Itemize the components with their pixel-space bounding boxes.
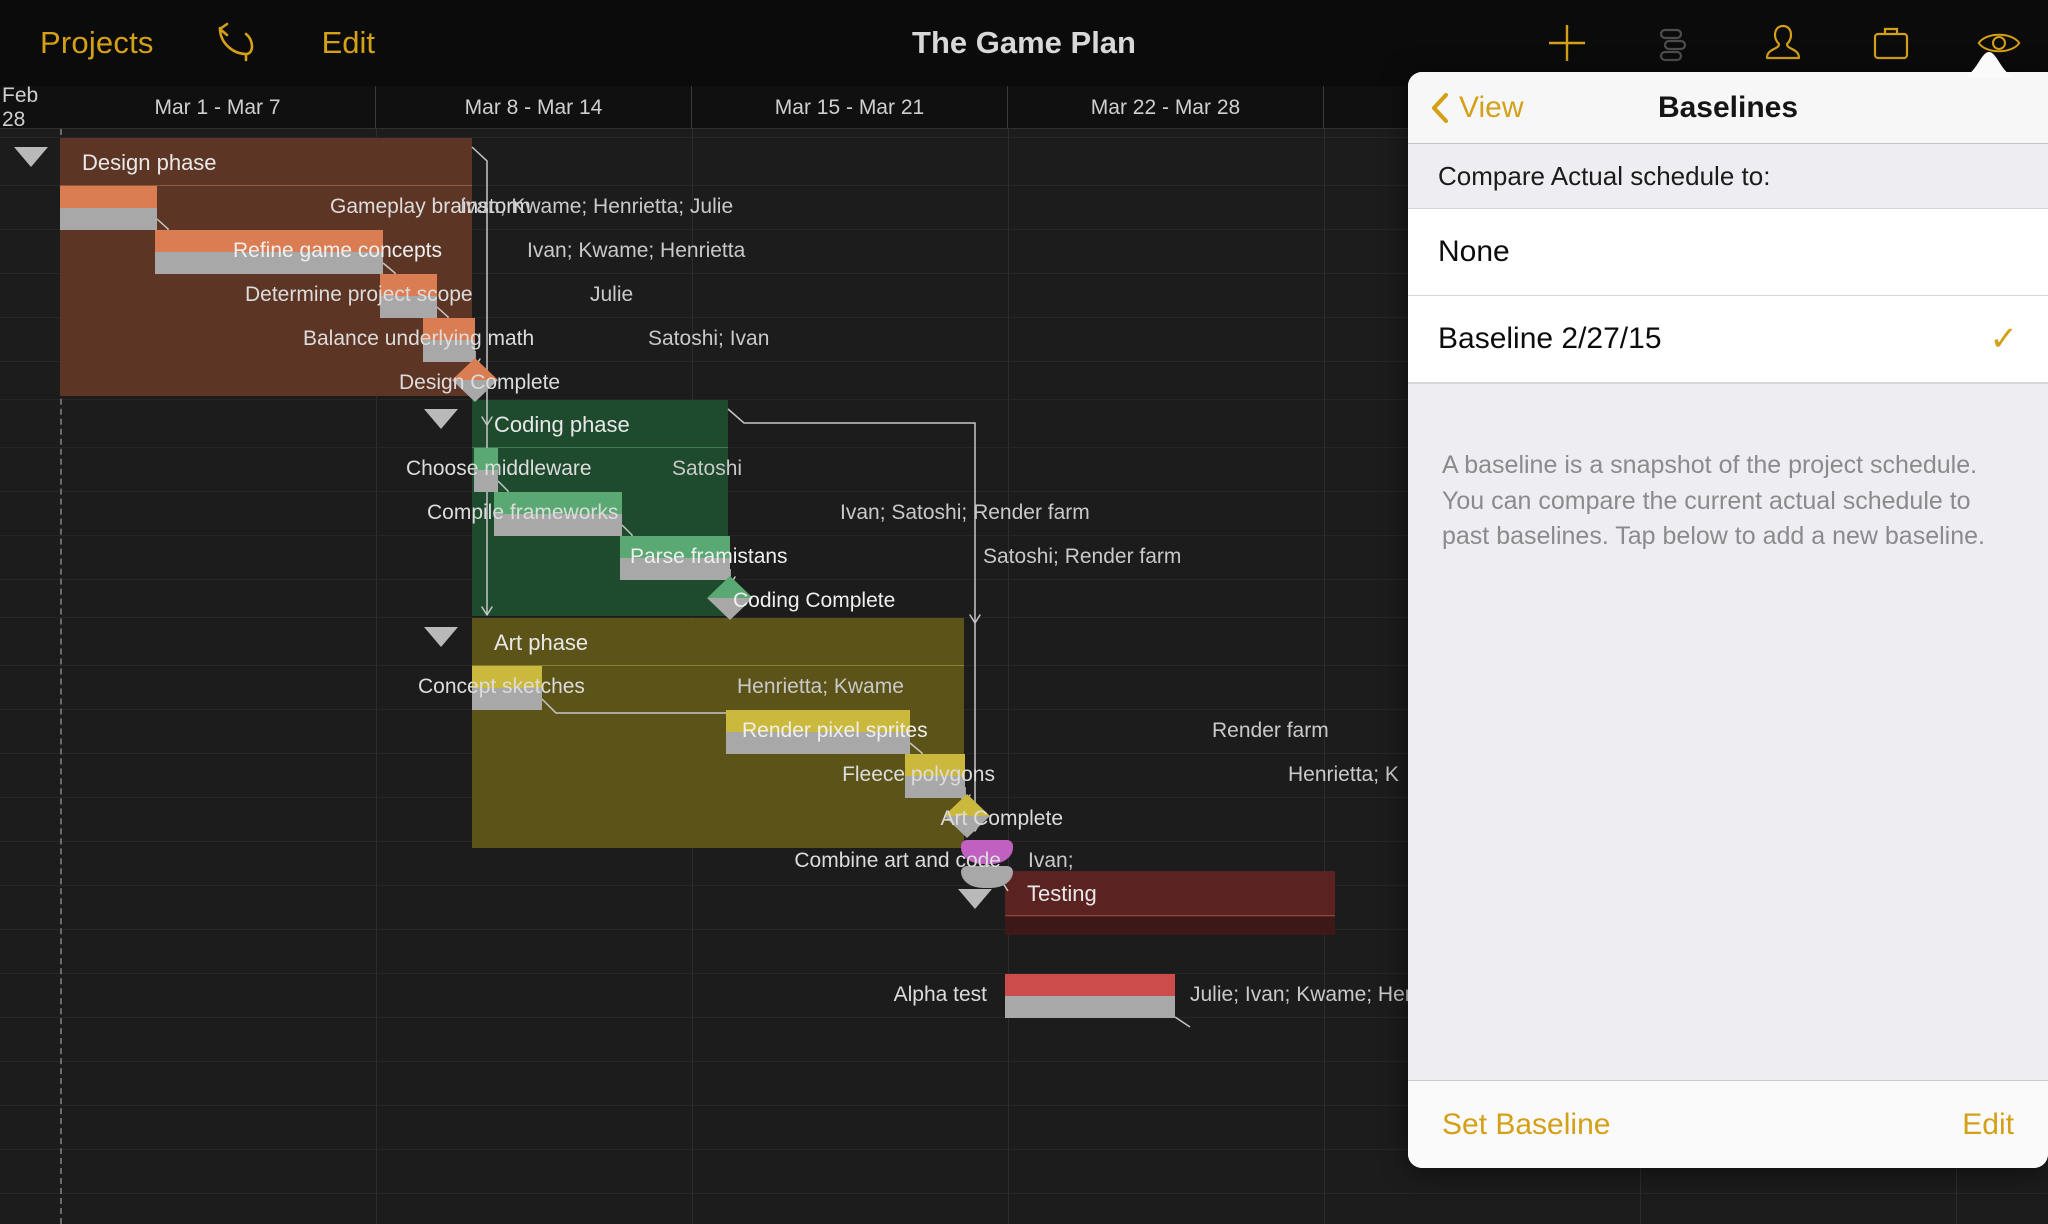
outline-icon[interactable] — [1652, 20, 1698, 66]
task-label: Render pixel sprites — [742, 719, 928, 742]
milestone-label: Art Complete — [940, 807, 1063, 830]
task-resources: Henrietta; Kwame — [737, 675, 904, 698]
milestone-label: Design Complete — [399, 371, 561, 394]
edit-button[interactable]: Edit — [322, 25, 375, 61]
grid-vline — [1008, 129, 1009, 1224]
app-root: Projects Edit The Game Plan Feb 28 Mar 1… — [0, 0, 2048, 1224]
task-resources: Julie — [590, 283, 634, 306]
task-bar[interactable] — [60, 186, 157, 230]
task-resources: Ivan; — [1028, 849, 1074, 872]
task-resources: Satoshi; Render farm — [983, 545, 1182, 568]
group-label: Testing — [1027, 881, 1097, 906]
timeline-cell: Mar 15 - Mar 21 — [692, 86, 1008, 129]
add-icon[interactable] — [1544, 20, 1590, 66]
checkmark-icon: ✓ — [1989, 320, 2019, 358]
task-label: Alpha test — [893, 983, 987, 1006]
grid-vline — [1324, 129, 1325, 1224]
projects-button[interactable]: Projects — [40, 25, 154, 61]
task-resources: Henrietta; K — [1288, 763, 1399, 786]
task-label: Compile frameworks — [427, 501, 619, 524]
task-label: Fleece polygons — [842, 763, 995, 786]
group-label: Coding phase — [494, 412, 630, 437]
task-label: Parse framistans — [630, 545, 788, 568]
group-label: Design phase — [82, 150, 217, 175]
task-label: Determine project scope — [245, 283, 473, 306]
edit-baselines-button[interactable]: Edit — [1962, 1108, 2014, 1142]
group-testing-phase[interactable]: Testing — [1005, 871, 1335, 917]
chevron-left-icon — [1430, 92, 1450, 124]
group-testing-phase-body — [1005, 917, 1335, 935]
disclosure-triangle-design[interactable] — [14, 147, 48, 167]
set-baseline-button[interactable]: Set Baseline — [1442, 1108, 1610, 1142]
timeline-cell: Mar 1 - Mar 7 — [60, 86, 376, 129]
task-resources: Satoshi; Ivan — [648, 327, 770, 350]
back-label: View — [1459, 90, 1524, 124]
popover-section-header: Compare Actual schedule to: — [1408, 144, 2048, 209]
task-resources: Ivan; Kwame; Henrietta; Julie — [460, 195, 734, 218]
popover-header: View Baselines — [1408, 72, 2048, 144]
popover-footer: Set Baseline Edit — [1408, 1080, 2048, 1168]
group-label: Art phase — [494, 630, 589, 655]
baseline-option-baseline-2-27-15[interactable]: Baseline 2/27/15 ✓ — [1408, 296, 2048, 383]
disclosure-triangle-coding[interactable] — [424, 409, 458, 429]
baselines-popover[interactable]: View Baselines Compare Actual schedule t… — [1408, 72, 2048, 1168]
task-label: Concept sketches — [418, 675, 585, 698]
back-to-view-button[interactable]: View — [1430, 91, 1523, 125]
option-label: None — [1438, 235, 1510, 268]
task-bar[interactable] — [1005, 974, 1175, 1018]
resources-icon[interactable] — [1760, 20, 1806, 66]
task-label: Choose middleware — [406, 457, 592, 480]
baseline-option-none[interactable]: None — [1408, 209, 2048, 296]
task-label: Balance underlying math — [303, 327, 535, 350]
disclosure-triangle-testing[interactable] — [958, 889, 992, 909]
milestone-label: Coding Complete — [733, 589, 896, 612]
briefcase-icon[interactable] — [1868, 20, 1914, 66]
toolbar-left-group: Projects Edit — [0, 0, 375, 86]
timeline-cell: Mar 8 - Mar 14 — [376, 86, 692, 129]
option-label: Baseline 2/27/15 — [1438, 322, 1662, 355]
task-label: Refine game concepts — [233, 239, 442, 262]
task-label: Combine art and code — [794, 849, 1001, 872]
popover-description: A baseline is a snapshot of the project … — [1408, 383, 2048, 1080]
popover-arrow — [1958, 50, 2020, 78]
task-resources: Ivan; Satoshi; Render farm — [840, 501, 1090, 524]
task-resources: Render farm — [1212, 719, 1329, 742]
timeline-cell: Mar 22 - Mar 28 — [1008, 86, 1324, 129]
task-resources: Satoshi — [672, 457, 743, 480]
timeline-cell: Feb 28 — [2, 83, 39, 131]
task-resources: Ivan; Kwame; Henrietta — [527, 239, 746, 262]
undo-icon[interactable] — [214, 22, 258, 64]
disclosure-triangle-art[interactable] — [424, 627, 458, 647]
